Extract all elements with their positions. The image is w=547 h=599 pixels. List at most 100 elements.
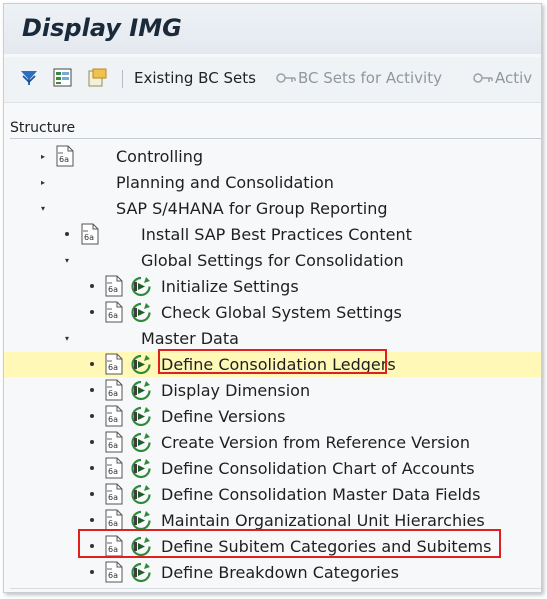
tree-node-label: Maintain Organizational Unit Hierarchies [161, 511, 485, 530]
tree-node-label: Global Settings for Consolidation [141, 251, 404, 270]
filter-icon[interactable] [18, 67, 40, 89]
tree-node-label: Planning and Consolidation [116, 173, 334, 192]
bc-sets-truncated-button[interactable]: Activ [495, 69, 532, 87]
documentation-icon[interactable]: 6a [104, 301, 124, 323]
tree-node-define-versions[interactable]: 6a Define Versions [4, 404, 541, 429]
leaf-bullet [90, 492, 94, 496]
svg-text:6a: 6a [108, 285, 118, 294]
execute-icon[interactable] [130, 536, 152, 557]
documentation-icon[interactable]: 6a [104, 457, 124, 479]
documentation-icon[interactable]: 6a [55, 145, 75, 167]
leaf-bullet [90, 466, 94, 470]
leaf-bullet [90, 544, 94, 548]
svg-text:6a: 6a [84, 233, 94, 242]
structure-header: Structure [10, 119, 541, 139]
collapse-icon[interactable]: ▾ [38, 203, 48, 213]
execute-icon[interactable] [130, 380, 152, 401]
tree-node-label: Initialize Settings [161, 277, 299, 296]
svg-text:6a: 6a [108, 519, 118, 528]
tree-node-label: Define Consolidation Ledgers [161, 355, 396, 374]
documentation-icon[interactable]: 6a [104, 431, 124, 453]
svg-text:6a: 6a [108, 311, 118, 320]
execute-icon[interactable] [130, 562, 152, 583]
svg-text:6a: 6a [108, 493, 118, 502]
svg-text:6a: 6a [108, 467, 118, 476]
bc-sets-for-activity-button[interactable]: BC Sets for Activity [298, 69, 442, 87]
collapse-icon[interactable]: ▾ [62, 255, 72, 265]
window-title: Display IMG [22, 14, 182, 42]
documentation-icon[interactable]: 6a [104, 561, 124, 583]
documentation-icon[interactable]: 6a [104, 275, 124, 297]
structure-header-label: Structure [10, 120, 76, 136]
leaf-bullet [90, 570, 94, 574]
title-bar: Display IMG [4, 4, 541, 54]
tree-node-planning[interactable]: ▸ Planning and Consolidation [4, 170, 541, 195]
bc-sets-activity-icon [275, 69, 297, 87]
documentation-icon[interactable]: 6a [104, 405, 124, 427]
svg-text:6a: 6a [108, 415, 118, 424]
folder-icon[interactable] [86, 67, 108, 89]
tree-node-controlling[interactable]: ▸ 6a Controlling [4, 144, 541, 169]
tree-node-label: Display Dimension [161, 381, 311, 400]
leaf-bullet [90, 518, 94, 522]
svg-text:6a: 6a [108, 389, 118, 398]
documentation-icon[interactable]: 6a [104, 483, 124, 505]
leaf-bullet [90, 414, 94, 418]
sap-window: Display IMG Existing BC Sets BC Sets for… [3, 3, 542, 593]
svg-text:6a: 6a [108, 363, 118, 372]
execute-icon[interactable] [130, 406, 152, 427]
tree-node-maintain-org-hierarchies[interactable]: 6a Maintain Organizational Unit Hierarch… [4, 508, 541, 533]
tree-node-group-reporting[interactable]: ▾ SAP S/4HANA for Group Reporting [4, 196, 541, 221]
toolbar: Existing BC Sets BC Sets for Activity Ac… [4, 57, 541, 103]
tree-node-label: Define Consolidation Master Data Fields [161, 485, 481, 504]
tree-node-define-subitem-categories[interactable]: 6a Define Subitem Categories and Subitem… [4, 534, 541, 559]
documentation-icon[interactable]: 6a [104, 353, 124, 375]
toolbar-separator [122, 70, 123, 88]
execute-icon[interactable] [130, 302, 152, 323]
tree-node-initialize-settings[interactable]: 6a Initialize Settings [4, 274, 541, 299]
tree-node-define-breakdown-categories[interactable]: 6a Define Breakdown Categories [4, 560, 541, 585]
bc-sets-activity-icon-2 [472, 69, 494, 87]
tree-node-label: Define Subitem Categories and Subitems [161, 537, 492, 556]
tree-node-label: Install SAP Best Practices Content [141, 225, 412, 244]
tree-node-define-chart-of-accounts[interactable]: 6a Define Consolidation Chart of Account… [4, 456, 541, 481]
execute-icon[interactable] [130, 354, 152, 375]
leaf-bullet [90, 388, 94, 392]
documentation-icon[interactable]: 6a [104, 535, 124, 557]
tree-node-check-global-settings[interactable]: 6a Check Global System Settings [4, 300, 541, 325]
tree-node-label: SAP S/4HANA for Group Reporting [116, 199, 388, 218]
spreadsheet-icon[interactable] [52, 67, 74, 89]
leaf-bullet [90, 310, 94, 314]
execute-icon[interactable] [130, 458, 152, 479]
execute-icon[interactable] [130, 484, 152, 505]
bottom-divider [10, 588, 541, 589]
tree-node-label: Define Versions [161, 407, 286, 426]
tree-node-master-data[interactable]: ▾ Master Data [4, 326, 541, 351]
tree-node-create-version[interactable]: 6a Create Version from Reference Version [4, 430, 541, 455]
tree-node-install-best-practices[interactable]: 6a Install SAP Best Practices Content [4, 222, 541, 247]
leaf-bullet [90, 440, 94, 444]
svg-text:6a: 6a [59, 155, 69, 164]
documentation-icon[interactable]: 6a [104, 509, 124, 531]
tree-node-define-consolidation-ledgers[interactable]: 6a Define Consolidation Ledgers [4, 352, 541, 377]
execute-icon[interactable] [130, 276, 152, 297]
tree-node-label: Check Global System Settings [161, 303, 402, 322]
tree-node-define-master-data-fields[interactable]: 6a Define Consolidation Master Data Fiel… [4, 482, 541, 507]
documentation-icon[interactable]: 6a [104, 379, 124, 401]
tree-node-label: Create Version from Reference Version [161, 433, 470, 452]
tree-node-label: Define Breakdown Categories [161, 563, 399, 582]
execute-icon[interactable] [130, 510, 152, 531]
collapse-icon[interactable]: ▾ [62, 333, 72, 343]
expand-icon[interactable]: ▸ [38, 151, 48, 161]
expand-icon[interactable]: ▸ [38, 177, 48, 187]
tree-node-global-settings[interactable]: ▾ Global Settings for Consolidation [4, 248, 541, 273]
tree-node-label: Controlling [116, 147, 204, 166]
leaf-bullet [90, 284, 94, 288]
leaf-bullet [90, 362, 94, 366]
svg-text:6a: 6a [108, 571, 118, 580]
documentation-icon[interactable]: 6a [80, 223, 100, 245]
execute-icon[interactable] [130, 432, 152, 453]
tree-node-display-dimension[interactable]: 6a Display Dimension [4, 378, 541, 403]
svg-text:6a: 6a [108, 441, 118, 450]
existing-bc-sets-button[interactable]: Existing BC Sets [134, 69, 256, 87]
